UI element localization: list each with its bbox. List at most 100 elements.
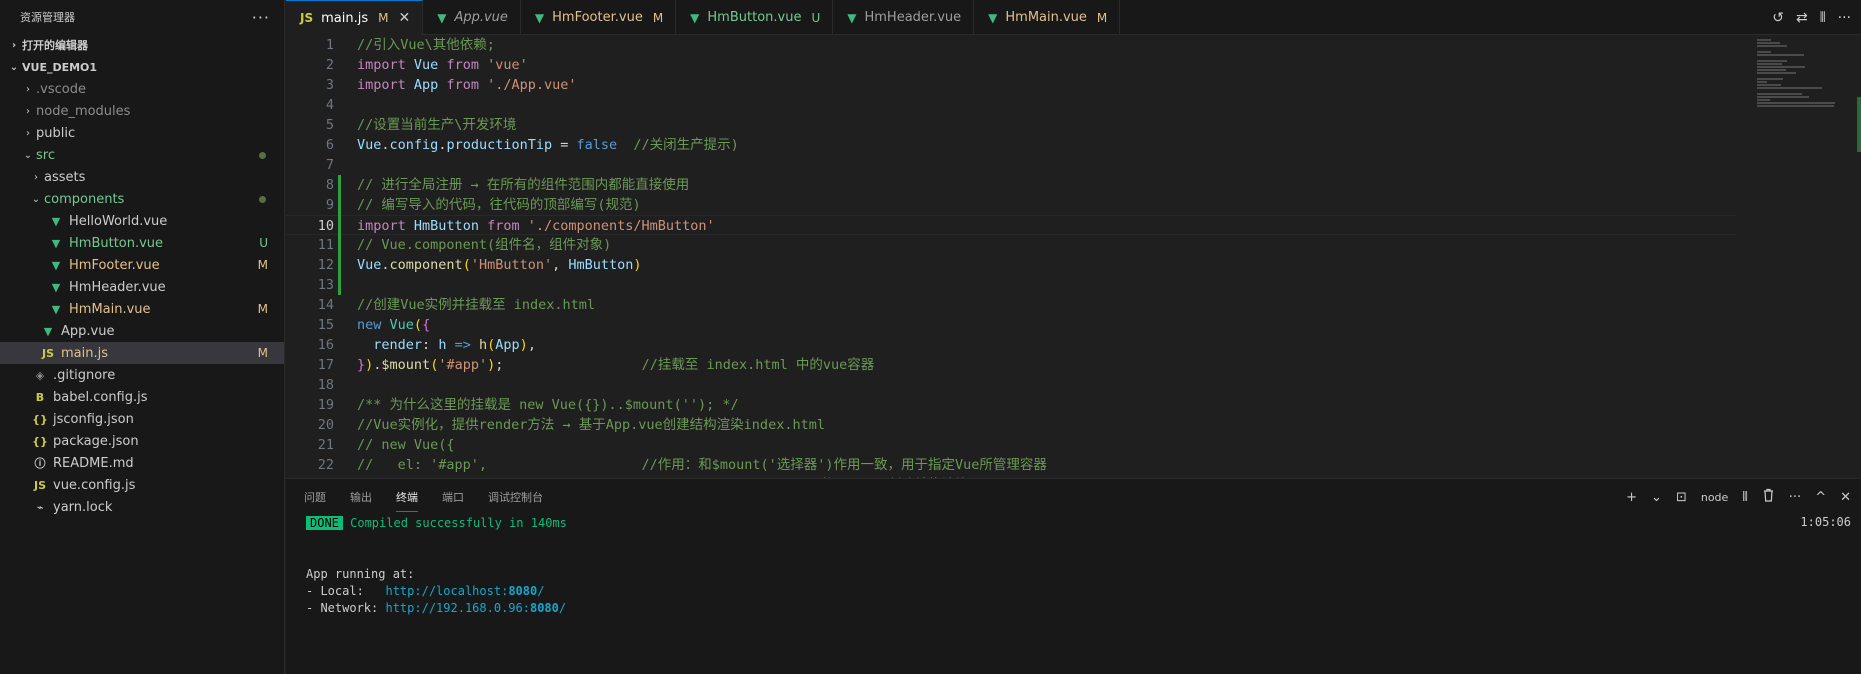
tree-file[interactable]: ▼ HmButton.vue U [0, 232, 284, 254]
panel-tab[interactable]: 问题 [304, 483, 326, 511]
tree-item-label: src [36, 147, 55, 163]
tree-file[interactable]: {} jsconfig.json [0, 408, 284, 430]
panel-tab[interactable]: 输出 [350, 483, 372, 511]
tree-folder[interactable]: ⌄ src [0, 144, 284, 166]
tree-item-label: README.md [53, 455, 134, 471]
tree-file[interactable]: ⓘ README.md [0, 452, 284, 474]
json-icon: {} [32, 434, 48, 448]
code-text: Vue.config.productionTip = false //关闭生产提… [357, 137, 739, 153]
editor-tab[interactable]: ▼ HmHeader.vue [833, 0, 975, 35]
tree-folder[interactable]: ⌄ components [0, 188, 284, 210]
line-number: 12 [317, 257, 334, 273]
vue-icon: ▼ [988, 10, 998, 25]
minimap-line [1757, 72, 1796, 74]
tree-file[interactable]: ▼ HelloWorld.vue [0, 210, 284, 232]
line-number: 4 [325, 97, 334, 113]
code-line: 6 Vue.config.productionTip = false //关闭生产… [286, 135, 1736, 155]
editor-tab[interactable]: ▼ App.vue [423, 0, 521, 35]
code-line: 16 render: h => h(App), [286, 335, 1736, 355]
tree-file[interactable]: ⌁ yarn.lock [0, 496, 284, 518]
editor-tab[interactable]: ▼ HmButton.vue U [676, 0, 834, 35]
vue-icon: ▼ [847, 10, 857, 25]
panel-tabs: 问题 输出 终端 端口 调试控制台 [286, 479, 1861, 515]
panel-tab[interactable]: 调试控制台 [488, 483, 543, 511]
terminal-icon[interactable]: ⊡ [1676, 490, 1687, 505]
vue-icon: ▼ [51, 236, 61, 250]
tree-folder[interactable]: › .vscode [0, 78, 284, 100]
local-url-link[interactable]: http://localhost:8080/ [385, 584, 544, 598]
editor-actions: ↺ ⇄ ⫴ ··· [1772, 0, 1851, 35]
close-panel-icon[interactable]: ✕ [1840, 490, 1851, 505]
split-terminal-icon[interactable]: ⫴ [1742, 490, 1747, 505]
code-text: //设置当前生产\开发环境 [357, 117, 517, 133]
line-number: 8 [325, 177, 334, 193]
panel-tab[interactable]: 端口 [442, 483, 464, 511]
editor-tab[interactable]: JS main.js M ✕ [286, 0, 424, 35]
tree-file[interactable]: ▼ HmFooter.vue M [0, 254, 284, 276]
code-line: 3 import App from './App.vue' [286, 75, 1736, 95]
compare-changes-icon[interactable]: ⇄ [1796, 10, 1808, 26]
tree-file[interactable]: ▼ HmHeader.vue [0, 276, 284, 298]
scroll-change-marker [1857, 97, 1861, 152]
maximize-panel-icon[interactable]: ^ [1815, 490, 1826, 505]
code-line: 22 // el: '#app', //作用：和$mount('选择器')作用一致… [286, 455, 1736, 475]
tree-file[interactable]: {} package.json [0, 430, 284, 452]
minimap-line [1757, 87, 1822, 89]
tree-item-label: HmMain.vue [69, 301, 151, 317]
tree-file[interactable]: Bbabel.config.js [0, 386, 284, 408]
more-actions-icon[interactable]: ··· [1789, 490, 1801, 505]
code-line: 18 [286, 375, 1736, 395]
code-line: 7 [286, 155, 1736, 175]
minimap[interactable] [1749, 35, 1861, 478]
new-terminal-icon[interactable]: + [1626, 490, 1637, 505]
line-number: 21 [317, 437, 334, 453]
tree-file[interactable]: ▼ HmMain.vue M [0, 298, 284, 320]
tree-item-label: App.vue [61, 323, 115, 339]
more-actions-icon[interactable]: ··· [1838, 10, 1851, 26]
line-number: 22 [317, 457, 334, 473]
network-url-link[interactable]: http://192.168.0.96:8080/ [385, 601, 566, 615]
code-line: 4 [286, 95, 1736, 115]
tree-folder[interactable]: › public [0, 122, 284, 144]
minimap-line [1757, 96, 1809, 98]
chevron-right-icon: › [11, 39, 17, 51]
terminal-output[interactable]: DONE Compiled successfully in 140ms 1:05… [306, 515, 1861, 674]
close-icon[interactable]: ✕ [398, 10, 410, 26]
js-file-icon: JS [300, 11, 314, 25]
editor-tab[interactable]: ▼ HmMain.vue M [974, 0, 1121, 35]
line-number: 11 [317, 237, 334, 253]
split-editor-icon[interactable]: ⫴ [1820, 10, 1826, 26]
tree-file[interactable]: ▼ App.vue [0, 320, 284, 342]
open-editors-section[interactable]: › 打开的编辑器 [0, 34, 284, 56]
tree-item-label: package.json [53, 433, 139, 449]
tree-folder[interactable]: › node_modules [0, 100, 284, 122]
tree-file[interactable]: JS vue.config.js [0, 474, 284, 496]
tab-label: HmFooter.vue [552, 10, 643, 25]
chevron-down-icon: ⌄ [31, 193, 41, 205]
chevron-down-icon[interactable]: ⌄ [1651, 490, 1662, 505]
code-line: 19 /** 为什么这里的挂载是 new Vue({})..$mount('');… [286, 395, 1736, 415]
chevron-down-icon: ⌄ [9, 61, 19, 73]
line-number: 1 [325, 37, 334, 53]
minimap-line [1757, 60, 1787, 62]
git-status-badge: U [259, 236, 268, 250]
panel-tab[interactable]: 终端 [396, 483, 418, 512]
tree-folder[interactable]: › assets [0, 166, 284, 188]
code-line: 15 new Vue({ [286, 315, 1736, 335]
tree-item-label: main.js [61, 345, 108, 361]
done-badge: DONE [306, 516, 343, 530]
network-url-line: - Network: http://192.168.0.96:8080/ [306, 601, 567, 615]
timeline-icon[interactable]: ↺ [1772, 10, 1784, 26]
tree-file[interactable]: JS main.js M [0, 342, 284, 364]
code-editor[interactable]: 1 //引入Vue\其他依赖; 2 import Vue from 'vue' 3 imp… [286, 35, 1861, 478]
project-section[interactable]: ⌄ VUE_DEMO1 [0, 56, 284, 78]
terminal-name[interactable]: node [1701, 491, 1728, 504]
trash-icon[interactable] [1762, 488, 1775, 506]
more-actions-icon[interactable]: ··· [252, 8, 270, 27]
code-line: 9 // 编写导入的代码，往代码的顶部编写(规范) [286, 195, 1736, 215]
tree-file[interactable]: ◈ .gitignore [0, 364, 284, 386]
editor-tab-bar: JS main.js M ✕ ▼ App.vue ▼ HmFooter.vue M ▼ HmButt… [286, 0, 1861, 35]
editor-tab[interactable]: ▼ HmFooter.vue M [521, 0, 677, 35]
compile-message: Compiled successfully in 140ms [342, 516, 567, 530]
chevron-down-icon: ⌄ [23, 149, 33, 161]
